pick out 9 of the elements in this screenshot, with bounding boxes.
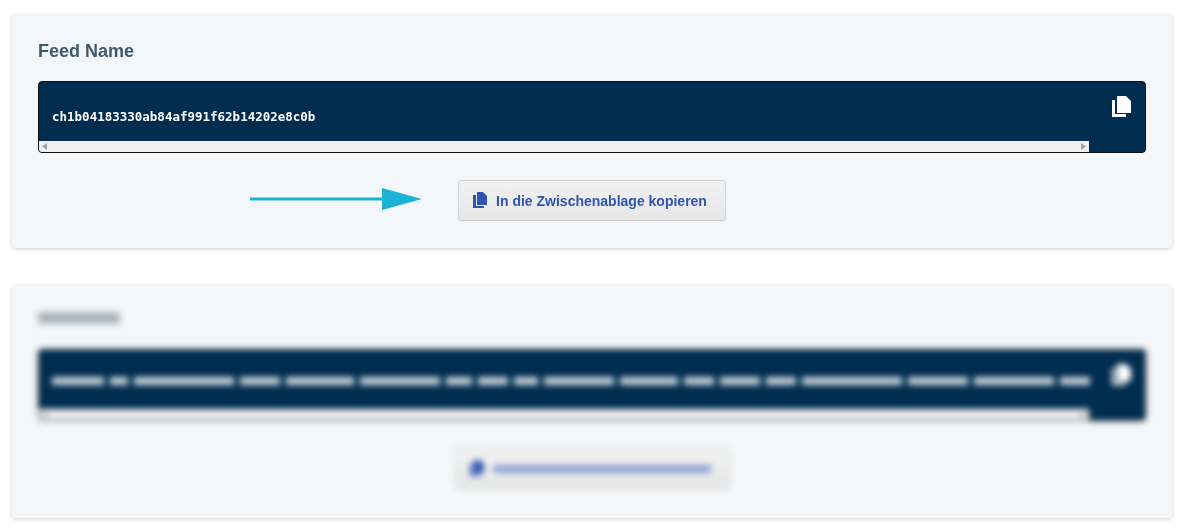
arrow-icon	[250, 188, 423, 210]
copy-button[interactable]: In die Zwischenablage kopieren	[458, 180, 726, 221]
code-field[interactable]	[38, 349, 1146, 421]
code-text: ch1b04183330ab84af991f62b14202e8c0b	[51, 109, 316, 126]
blurred-button[interactable]	[454, 448, 730, 489]
section-title: Feed Name	[38, 41, 135, 62]
horizontal-scrollbar[interactable]	[39, 141, 1089, 152]
horizontal-scrollbar[interactable]	[39, 409, 1089, 420]
code-field[interactable]: ch1b04183330ab84af991f62b14202e8c0b	[38, 81, 1146, 153]
